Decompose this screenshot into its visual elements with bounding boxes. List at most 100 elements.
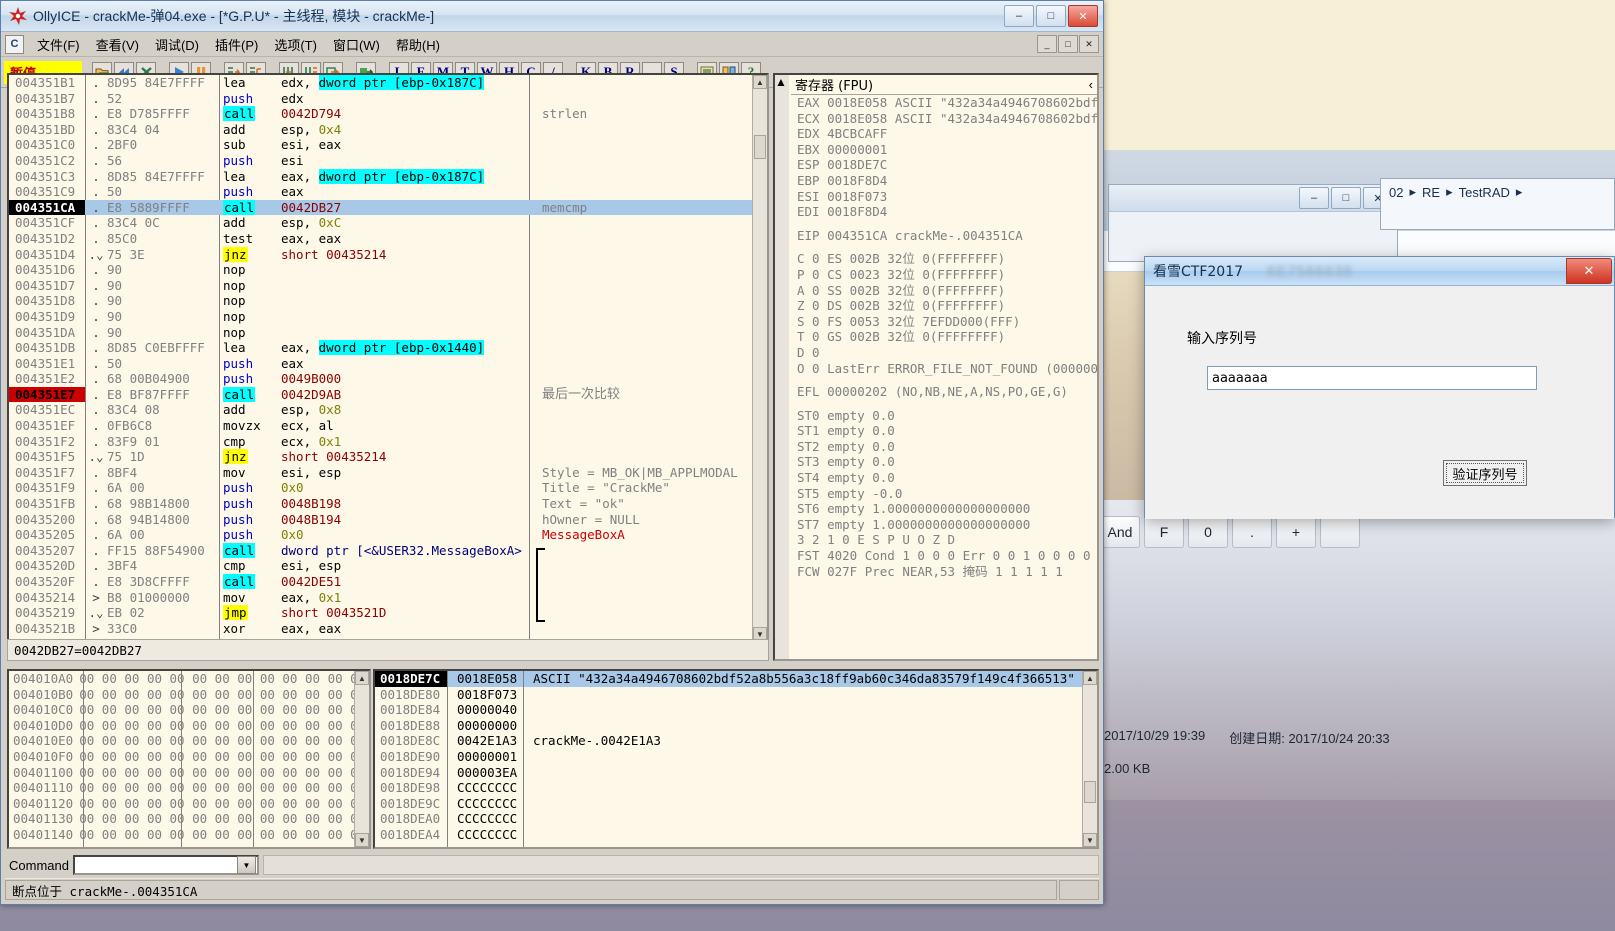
menu-item-file[interactable]: 文件(F) bbox=[29, 33, 88, 56]
dump-row[interactable]: 0040114000 00 00 00 00 00 00 00 00 00 00… bbox=[9, 827, 369, 843]
menu-item-plugins[interactable]: 插件(P) bbox=[207, 33, 266, 56]
stack-row[interactable]: 0018DE8800000000 bbox=[375, 718, 1097, 734]
mdi-close-button[interactable]: ✕ bbox=[1079, 35, 1099, 53]
mdi-system-menu-icon[interactable]: C bbox=[5, 35, 24, 54]
dump-rows[interactable]: 004010A000 00 00 00 00 00 00 00 00 00 00… bbox=[9, 671, 369, 843]
menu-item-view[interactable]: 查看(V) bbox=[88, 33, 147, 56]
dump-row[interactable]: 0040113000 00 00 00 00 00 00 00 00 00 00… bbox=[9, 811, 369, 827]
disasm-address: 004351B8 bbox=[9, 106, 85, 122]
bg-a-maximize-button[interactable]: □ bbox=[1331, 187, 1361, 209]
dialog-title-bar[interactable]: 看雪CTF2017 6E7566638 ✕ bbox=[1145, 257, 1614, 286]
dump-scroll-up-icon[interactable]: ▲ bbox=[355, 671, 369, 685]
crackme-dialog[interactable]: 看雪CTF2017 6E7566638 ✕ 输入序列号 aaaaaaa 验证序列… bbox=[1144, 256, 1615, 518]
dump-row[interactable]: 004010F000 00 00 00 00 00 00 00 00 00 00… bbox=[9, 749, 369, 765]
dump-row[interactable]: 004010D000 00 00 00 00 00 00 00 00 00 00… bbox=[9, 718, 369, 734]
calc-button-plus[interactable]: + bbox=[1276, 516, 1316, 548]
scroll-up-arrow-icon[interactable]: ▲ bbox=[753, 75, 767, 89]
registers-scrollbar-thumb[interactable] bbox=[775, 89, 789, 115]
breadcrumb-item-2[interactable]: TestRAD bbox=[1459, 185, 1510, 200]
verify-serial-button[interactable]: 验证序列号 bbox=[1443, 460, 1527, 486]
dump-row[interactable]: 0040112000 00 00 00 00 00 00 00 00 00 00… bbox=[9, 796, 369, 812]
stack-row[interactable]: 0018DE800018F073 bbox=[375, 687, 1097, 703]
stack-row[interactable]: 0018DE7C0018E058ASCII "432a34a4946708602… bbox=[375, 671, 1097, 687]
background-window-a-titlebar[interactable]: – □ ✕ bbox=[1109, 185, 1397, 212]
dump-scroll-down-icon[interactable]: ▼ bbox=[355, 833, 369, 847]
close-button[interactable]: ✕ bbox=[1068, 5, 1098, 27]
stack-rows[interactable]: 0018DE7C0018E058ASCII "432a34a4946708602… bbox=[375, 671, 1097, 843]
stack-scroll-down-icon[interactable]: ▼ bbox=[1083, 833, 1097, 847]
disasm-scrollbar[interactable]: ▲ ▼ bbox=[752, 75, 767, 641]
disasm-comment: MessageBoxA bbox=[534, 527, 769, 543]
dump-row[interactable]: 004010E000 00 00 00 00 00 00 00 00 00 00… bbox=[9, 733, 369, 749]
breadcrumb-item-1[interactable]: RE bbox=[1422, 185, 1440, 200]
disasm-comment bbox=[534, 75, 769, 91]
stack-row[interactable]: 0018DE98CCCCCCCC bbox=[375, 780, 1097, 796]
stack-row[interactable]: 0018DEA0CCCCCCCC bbox=[375, 811, 1097, 827]
stack-comment bbox=[523, 765, 533, 781]
title-bar[interactable]: OllyICE - crackMe-弹04.exe - [*G.P.U* - 主… bbox=[1, 1, 1103, 32]
disassembly-pane[interactable]: 004351B1.8D95 84E7FFFFleaedx, dword ptr … bbox=[7, 73, 769, 643]
memory-dump-pane[interactable]: 004010A000 00 00 00 00 00 00 00 00 00 00… bbox=[7, 669, 371, 849]
stack-row[interactable]: 0018DE94000003EA bbox=[375, 765, 1097, 781]
dump-row[interactable]: 004010C000 00 00 00 00 00 00 00 00 00 00… bbox=[9, 702, 369, 718]
stack-row[interactable]: 0018DE8C0042E1A3crackMe-.0042E1A3 bbox=[375, 733, 1097, 749]
calculator-button-row[interactable]: And F 0 . + bbox=[1100, 515, 1400, 549]
calc-button-f[interactable]: F bbox=[1144, 516, 1184, 548]
stack-row[interactable]: 0018DE9000000001 bbox=[375, 749, 1097, 765]
breadcrumb[interactable]: 02 ▸ RE ▸ TestRAD ▸ bbox=[1381, 179, 1614, 205]
stack-scrollbar[interactable]: ▲ ▼ bbox=[1082, 671, 1097, 847]
disasm-mnemonic: jmp bbox=[219, 605, 281, 621]
window-controls[interactable]: – □ ✕ bbox=[1004, 5, 1101, 27]
ollyice-main-window[interactable]: OllyICE - crackMe-弹04.exe - [*G.P.U* - 主… bbox=[0, 0, 1104, 905]
disasm-address: 004351D4 bbox=[9, 247, 85, 263]
mdi-minimize-button[interactable]: _ bbox=[1037, 35, 1057, 53]
mdi-maximize-button[interactable]: □ bbox=[1058, 35, 1078, 53]
stack-row[interactable]: 0018DEA4CCCCCCCC bbox=[375, 827, 1097, 843]
registers-scroll-up-icon[interactable]: ▲ bbox=[775, 75, 789, 89]
breadcrumb-item-0[interactable]: 02 bbox=[1389, 185, 1403, 200]
minimize-button[interactable]: – bbox=[1004, 5, 1034, 27]
bg-a-minimize-button[interactable]: – bbox=[1299, 187, 1329, 209]
stack-scrollbar-thumb[interactable] bbox=[1084, 781, 1096, 803]
menu-bar[interactable]: C 文件(F) 查看(V) 调试(D) 插件(P) 选项(T) 窗口(W) 帮助… bbox=[1, 32, 1103, 57]
disasm-address: 0043520D bbox=[9, 558, 85, 574]
chevron-left-icon[interactable]: ‹ bbox=[1089, 77, 1093, 92]
background-window-a[interactable]: – □ ✕ bbox=[1108, 184, 1398, 262]
background-window-b[interactable]: 02 ▸ RE ▸ TestRAD ▸ bbox=[1380, 178, 1615, 230]
dump-bytes: 00 00 00 00 00 00 00 00 00 00 00 00 00 0… bbox=[73, 811, 371, 827]
dump-row[interactable]: 004010B000 00 00 00 00 00 00 00 00 00 00… bbox=[9, 687, 369, 703]
disasm-address: 004351D2 bbox=[9, 231, 85, 247]
command-input[interactable]: ▼ bbox=[73, 855, 259, 875]
dump-scrollbar[interactable]: ▲ ▼ bbox=[354, 671, 369, 847]
calc-button-blank[interactable] bbox=[1320, 516, 1360, 548]
dialog-close-button[interactable]: ✕ bbox=[1566, 258, 1612, 284]
stack-row[interactable]: 0018DE8400000040 bbox=[375, 702, 1097, 718]
status-bar-text: 断点位于 crackMe-.004351CA bbox=[5, 880, 1057, 900]
registers-pane[interactable]: ▲ 寄存器 (FPU) ‹ EAX 0018E058 ASCII "432a34… bbox=[773, 73, 1099, 661]
mdi-child-controls[interactable]: _ □ ✕ bbox=[1037, 35, 1103, 53]
menu-item-help[interactable]: 帮助(H) bbox=[388, 33, 448, 56]
disasm-scrollbar-thumb[interactable] bbox=[754, 135, 766, 159]
registers-scrollbar[interactable]: ▲ bbox=[775, 75, 789, 659]
maximize-button[interactable]: □ bbox=[1036, 5, 1066, 27]
dump-row[interactable]: 004010A000 00 00 00 00 00 00 00 00 00 00… bbox=[9, 671, 369, 687]
command-bar[interactable]: Command ▼ bbox=[5, 854, 1099, 876]
disasm-comment bbox=[534, 434, 769, 450]
stack-row[interactable]: 0018DE9CCCCCCCCC bbox=[375, 796, 1097, 812]
stack-address: 0018DE94 bbox=[375, 765, 447, 781]
stack-pane[interactable]: 0018DE7C0018E058ASCII "432a34a4946708602… bbox=[373, 669, 1099, 849]
menu-item-window[interactable]: 窗口(W) bbox=[325, 33, 388, 56]
calc-button-and[interactable]: And bbox=[1100, 516, 1140, 548]
menu-item-debug[interactable]: 调试(D) bbox=[147, 33, 207, 56]
chevron-down-icon[interactable]: ▼ bbox=[237, 856, 256, 874]
calc-button-dot[interactable]: . bbox=[1232, 516, 1272, 548]
serial-input-field[interactable]: aaaaaaa bbox=[1207, 366, 1537, 390]
stack-scroll-up-icon[interactable]: ▲ bbox=[1083, 671, 1097, 685]
dump-row[interactable]: 0040110000 00 00 00 00 00 00 00 00 00 00… bbox=[9, 765, 369, 781]
calc-button-0[interactable]: 0 bbox=[1188, 516, 1228, 548]
chevron-right-icon: ▸ bbox=[1409, 184, 1416, 200]
disasm-address: 0043520F bbox=[9, 574, 85, 590]
dump-row[interactable]: 0040111000 00 00 00 00 00 00 00 00 00 00… bbox=[9, 780, 369, 796]
menu-item-options[interactable]: 选项(T) bbox=[266, 33, 325, 56]
chevron-right-icon: ▸ bbox=[1516, 184, 1523, 200]
